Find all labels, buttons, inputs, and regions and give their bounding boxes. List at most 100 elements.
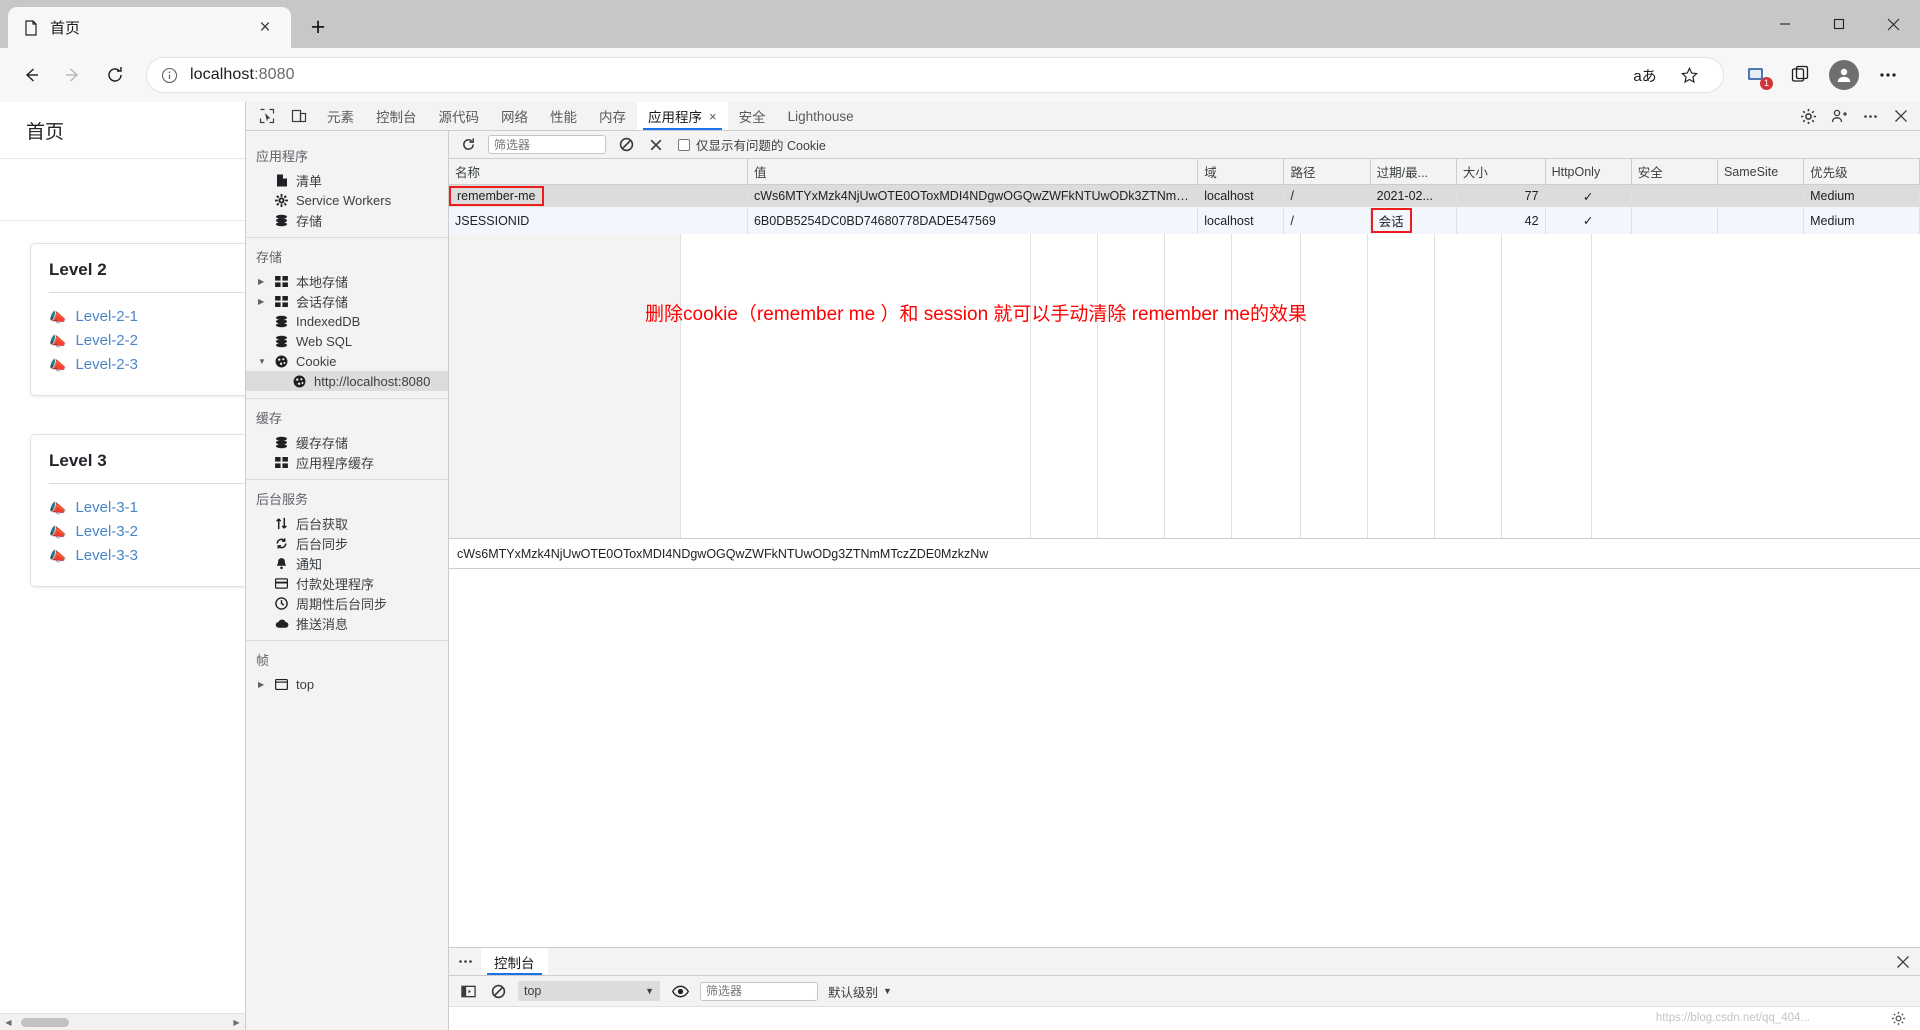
collections-icon[interactable]: 1 <box>1736 56 1776 94</box>
chevron-right-icon[interactable]: ▶ <box>258 277 268 286</box>
tab-memory[interactable]: 内存 <box>588 102 637 130</box>
sidebar-item-background-fetch[interactable]: 后台获取 <box>246 513 448 533</box>
sidebar-item-cache-storage[interactable]: 缓存存储 <box>246 432 448 452</box>
tab-console[interactable]: 控制台 <box>365 102 428 130</box>
address-bar[interactable]: localhost:8080 aあ <box>146 57 1724 93</box>
close-devtools-icon[interactable] <box>1890 105 1912 127</box>
settings-gear-icon[interactable] <box>1891 1011 1906 1026</box>
cookie-filter-input[interactable] <box>488 135 606 154</box>
info-icon[interactable] <box>161 67 178 84</box>
chevron-down-icon[interactable]: ▼ <box>258 357 268 366</box>
col-header-expires[interactable]: 过期/最... <box>1370 159 1457 185</box>
delete-selected-cookie-icon[interactable] <box>646 135 666 155</box>
sidebar-item-periodic-background-sync[interactable]: 周期性后台同步 <box>246 593 448 613</box>
settings-gear-icon[interactable] <box>1797 105 1819 127</box>
col-header-samesite[interactable]: SameSite <box>1717 159 1805 185</box>
chevron-right-icon[interactable]: ▶ <box>258 680 268 689</box>
drawer-tab-console[interactable]: 控制台 <box>481 948 548 975</box>
more-tools-icon[interactable] <box>449 948 481 975</box>
list-item[interactable]: 📣 Level-3-3 <box>49 544 245 568</box>
sidebar-item-local-storage[interactable]: ▶ 本地存储 <box>246 271 448 291</box>
cell-httponly: ✓ <box>1545 207 1632 234</box>
clear-all-cookies-icon[interactable] <box>616 135 636 155</box>
col-header-priority[interactable]: 优先级 <box>1803 159 1920 185</box>
sidebar-item-payment-handler[interactable]: 付款处理程序 <box>246 573 448 593</box>
tab-security[interactable]: 安全 <box>728 102 777 130</box>
more-options-icon[interactable] <box>1868 56 1908 94</box>
console-level-select[interactable]: 默认级别 ▼ <box>828 982 892 1001</box>
more-options-icon[interactable] <box>1859 105 1881 127</box>
sidebar-item-cookie-origin[interactable]: http://localhost:8080 <box>246 371 448 391</box>
table-row[interactable]: remember-me cWs6MTYxMzk4NjUwOTE0OToxMDI4… <box>449 184 1920 207</box>
new-tab-button[interactable]: + <box>301 10 335 44</box>
list-item[interactable]: 📣 Level-2-1 <box>49 305 245 329</box>
minimize-button[interactable] <box>1758 0 1812 48</box>
col-header-name[interactable]: 名称 <box>449 159 748 185</box>
tab-sources[interactable]: 源代码 <box>428 102 491 130</box>
close-icon[interactable]: × <box>253 16 277 40</box>
sidebar-item-service-workers[interactable]: Service Workers <box>246 190 448 210</box>
console-sidebar-icon[interactable] <box>458 981 478 1001</box>
sidebar-item-websql[interactable]: Web SQL <box>246 331 448 351</box>
tab-network[interactable]: 网络 <box>490 102 539 130</box>
favorite-star-icon[interactable] <box>1669 56 1709 94</box>
browser-tab[interactable]: 首页 × <box>8 7 291 48</box>
chevron-right-icon[interactable]: ▶ <box>258 297 268 306</box>
close-window-button[interactable] <box>1866 0 1920 48</box>
only-show-problematic-cookies-checkbox[interactable]: 仅显示有问题的 Cookie <box>678 135 826 154</box>
link-label: Level-2-1 <box>75 308 138 325</box>
sidebar-item-label: 会话存储 <box>296 294 349 310</box>
page-horizontal-scrollbar[interactable]: ◀ ▶ <box>0 1013 245 1030</box>
sidebar-item-session-storage[interactable]: ▶ 会话存储 <box>246 291 448 311</box>
sidebar-item-cookie[interactable]: ▼ Cookie <box>246 351 448 371</box>
tab-lighthouse[interactable]: Lighthouse <box>777 102 865 130</box>
console-filter-input[interactable] <box>700 981 818 1001</box>
col-header-value[interactable]: 值 <box>747 159 1199 185</box>
devtools-customize-icon[interactable] <box>1828 105 1850 127</box>
refresh-icon[interactable] <box>458 135 478 155</box>
col-header-httponly[interactable]: HttpOnly <box>1545 159 1632 185</box>
tab-elements[interactable]: 元素 <box>316 102 365 130</box>
inspect-element-icon[interactable] <box>256 105 278 127</box>
sidebar-item-indexeddb[interactable]: IndexedDB <box>246 311 448 331</box>
browser-essentials-icon[interactable] <box>1780 56 1820 94</box>
scroll-left-arrow-icon[interactable]: ◀ <box>0 1018 17 1027</box>
col-header-size[interactable]: 大小 <box>1456 159 1546 185</box>
forward-button[interactable] <box>54 56 92 94</box>
col-header-domain[interactable]: 域 <box>1197 159 1285 185</box>
sidebar-item-application-cache[interactable]: 应用程序缓存 <box>246 452 448 472</box>
list-item[interactable]: 📣 Level-2-3 <box>49 353 245 377</box>
sidebar-item-push-messaging[interactable]: 推送消息 <box>246 613 448 633</box>
tab-application[interactable]: 应用程序 × <box>637 102 728 130</box>
sidebar-item-notifications[interactable]: 通知 <box>246 553 448 573</box>
console-output[interactable]: https://blog.csdn.net/qq_404... <box>449 1006 1920 1030</box>
sidebar-item-background-sync[interactable]: 后台同步 <box>246 533 448 553</box>
scrollbar-thumb[interactable] <box>21 1017 69 1027</box>
table-row[interactable]: JSESSIONID 6B0DB5254DC0BD74680778DADE547… <box>449 207 1920 234</box>
col-header-path[interactable]: 路径 <box>1283 159 1371 185</box>
sidebar-item-frame-top[interactable]: ▶ top <box>246 674 448 694</box>
console-context-select[interactable]: top ▼ <box>518 981 660 1001</box>
live-expression-icon[interactable] <box>670 981 690 1001</box>
list-item[interactable]: 📣 Level-2-2 <box>49 329 245 353</box>
sidebar-item-manifest[interactable]: 清单 <box>246 170 448 190</box>
profile-avatar[interactable] <box>1824 56 1864 94</box>
checkbox[interactable] <box>678 138 690 151</box>
megaphone-icon: 📣 <box>49 548 67 564</box>
col-header-secure[interactable]: 安全 <box>1631 159 1718 185</box>
close-icon[interactable]: × <box>709 109 717 124</box>
close-drawer-icon[interactable] <box>1886 948 1920 975</box>
clear-console-icon[interactable] <box>488 981 508 1001</box>
reload-button[interactable] <box>96 56 134 94</box>
avatar <box>1829 60 1859 90</box>
read-aloud-icon[interactable]: aあ <box>1625 56 1665 94</box>
device-toolbar-icon[interactable] <box>288 105 310 127</box>
back-button[interactable] <box>12 56 50 94</box>
database-icon <box>274 315 289 328</box>
tab-performance[interactable]: 性能 <box>539 102 588 130</box>
list-item[interactable]: 📣 Level-3-1 <box>49 496 245 520</box>
scroll-right-arrow-icon[interactable]: ▶ <box>228 1018 245 1027</box>
maximize-button[interactable] <box>1812 0 1866 48</box>
sidebar-item-storage[interactable]: 存储 <box>246 210 448 230</box>
list-item[interactable]: 📣 Level-3-2 <box>49 520 245 544</box>
